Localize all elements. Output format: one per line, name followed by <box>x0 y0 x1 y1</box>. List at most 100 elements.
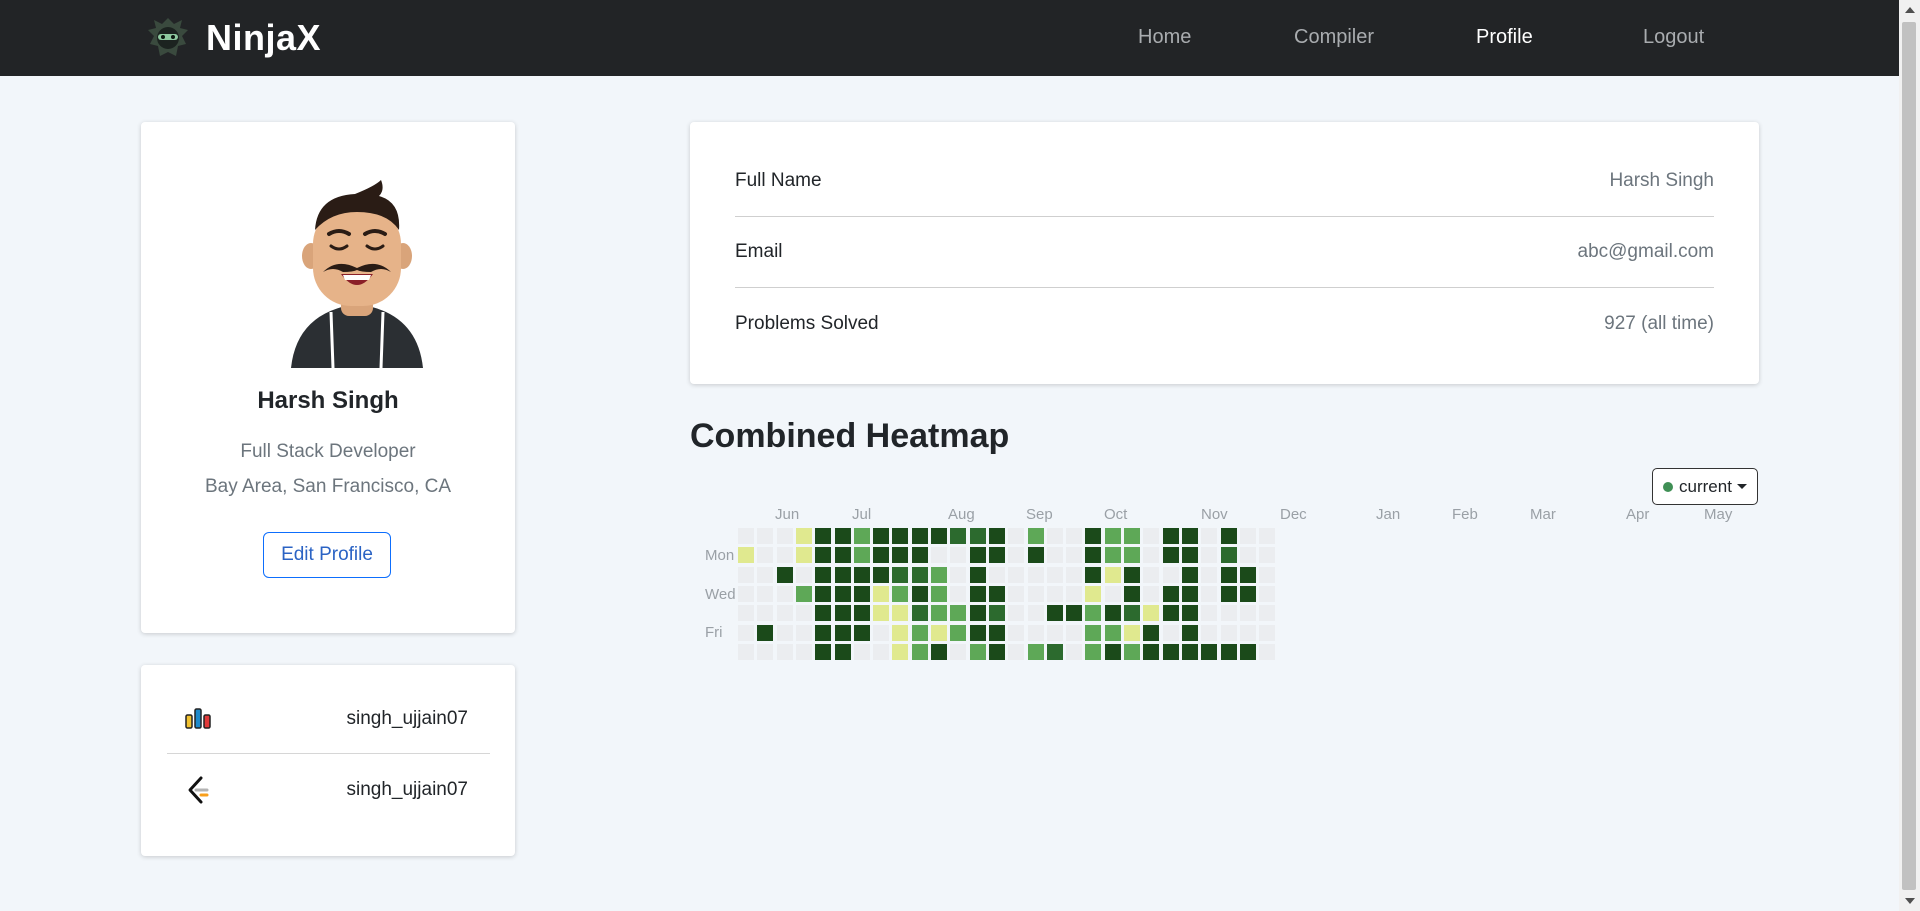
heatmap-cell <box>1027 643 1044 660</box>
heatmap-cell <box>1201 528 1218 544</box>
heatmap-cell <box>834 643 851 660</box>
heatmap-cell <box>969 605 986 622</box>
heatmap-cell <box>1143 566 1160 583</box>
heatmap-cell <box>1143 643 1160 660</box>
platform-link-row[interactable]: singh_ujjain07 <box>167 684 490 754</box>
heatmap-cell <box>815 585 832 602</box>
heatmap-cell <box>1027 624 1044 641</box>
codeforces-handle[interactable]: singh_ujjain07 <box>347 708 469 730</box>
heatmap-cell <box>834 585 851 602</box>
heatmap-cell <box>1143 605 1160 622</box>
heatmap-cell <box>1046 547 1063 564</box>
heatmap-cell <box>1085 643 1102 660</box>
heatmap-cell <box>1046 643 1063 660</box>
heatmap-cell <box>738 585 754 602</box>
heatmap-cell <box>1124 605 1140 622</box>
brand[interactable]: NinjaX <box>144 12 321 64</box>
heatmap-cell <box>738 624 754 641</box>
heatmap-cell <box>1008 624 1025 641</box>
heatmap-cell <box>931 528 947 544</box>
heatmap-cell <box>815 605 832 622</box>
heatmap-cell <box>1104 585 1121 602</box>
heatmap-cell <box>1181 624 1198 641</box>
heatmap-cell <box>950 585 967 602</box>
heatmap-title: Combined Heatmap <box>690 417 1010 455</box>
heatmap-cell <box>1066 547 1083 564</box>
scroll-thumb[interactable] <box>1902 22 1916 890</box>
heatmap-cell <box>1162 643 1179 660</box>
heatmap-cell <box>1259 624 1276 641</box>
scroll-down-arrow-icon[interactable] <box>1905 898 1915 904</box>
heatmap-cell <box>1085 528 1102 544</box>
heatmap-cell <box>1008 585 1025 602</box>
heatmap-cell <box>1162 528 1179 544</box>
scroll-up-arrow-icon[interactable] <box>1905 7 1915 13</box>
caret-down-icon <box>1736 484 1747 489</box>
heatmap-cell <box>1181 585 1198 602</box>
heatmap-cell <box>931 643 947 660</box>
profile-role: Full Stack Developer <box>240 441 416 462</box>
activity-heatmap: Jun Jul Aug Sep Oct Nov Dec Jan Feb Mar … <box>700 500 1760 670</box>
profile-location: Bay Area, San Francisco, CA <box>204 476 452 497</box>
heatmap-cell <box>1220 547 1237 564</box>
nav-profile[interactable]: Profile <box>1476 26 1533 49</box>
heatmap-cell <box>950 547 967 564</box>
email-value: abc@gmail.com <box>1577 241 1715 262</box>
heatmap-cell <box>738 547 754 564</box>
heatmap-cell <box>776 624 793 641</box>
heatmap-cell <box>1201 643 1218 660</box>
heatmap-cell <box>1201 585 1218 602</box>
heatmap-period-label: current <box>1679 476 1732 496</box>
heatmap-cell <box>1239 643 1256 660</box>
problems-label: Problems Solved <box>735 312 879 334</box>
ninja-logo-icon <box>148 18 188 56</box>
heatmap-cell <box>1181 605 1198 622</box>
nav-logout[interactable]: Logout <box>1643 26 1704 49</box>
codeforces-icon <box>185 707 211 729</box>
platform-link-row[interactable]: singh_ujjain07 <box>167 755 490 825</box>
heatmap-cell <box>1104 528 1121 544</box>
nav-compiler[interactable]: Compiler <box>1294 26 1374 49</box>
heatmap-cell <box>1085 547 1102 564</box>
heatmap-cell <box>1239 528 1256 544</box>
heatmap-cell <box>776 643 793 660</box>
email-label: Email <box>735 241 783 262</box>
heatmap-cell <box>911 585 928 602</box>
heatmap-cell <box>757 528 774 544</box>
heatmap-cell <box>969 528 986 544</box>
heatmap-cell <box>873 624 890 641</box>
heatmap-cell <box>873 605 890 622</box>
heatmap-cell <box>1162 566 1179 583</box>
heatmap-cell <box>1008 566 1025 583</box>
heatmap-cell <box>1104 624 1121 641</box>
page-scrollbar[interactable] <box>1899 0 1920 911</box>
heatmap-cell <box>950 528 967 544</box>
heatmap-cell <box>988 605 1005 622</box>
heatmap-cell <box>1162 605 1179 622</box>
heatmap-cell <box>1104 643 1121 660</box>
heatmap-cell <box>815 528 832 544</box>
heatmap-cell <box>931 566 947 583</box>
heatmap-cell <box>988 566 1005 583</box>
heatmap-cell <box>892 643 909 660</box>
heatmap-cell <box>738 605 754 622</box>
heatmap-cell <box>1046 566 1063 583</box>
heatmap-cell <box>738 528 754 544</box>
heatmap-cell <box>795 528 812 544</box>
heatmap-cell <box>969 624 986 641</box>
heatmap-cell <box>1201 624 1218 641</box>
heatmap-cell <box>757 624 774 641</box>
heatmap-cell <box>911 566 928 583</box>
heatmap-cell <box>1066 585 1083 602</box>
heatmap-cell <box>1259 566 1276 583</box>
heatmap-cell <box>795 624 812 641</box>
profile-info-card: Full Name Harsh Singh Email abc@gmail.co… <box>690 122 1759 384</box>
leetcode-handle[interactable]: singh_ujjain07 <box>347 779 469 801</box>
heatmap-cell <box>1085 624 1102 641</box>
heatmap-cell <box>1066 624 1083 641</box>
heatmap-cell <box>1220 624 1237 641</box>
edit-profile-button[interactable]: Edit Profile <box>263 532 391 578</box>
heatmap-cell <box>911 605 928 622</box>
nav-home[interactable]: Home <box>1138 26 1191 49</box>
heatmap-cell <box>1104 547 1121 564</box>
